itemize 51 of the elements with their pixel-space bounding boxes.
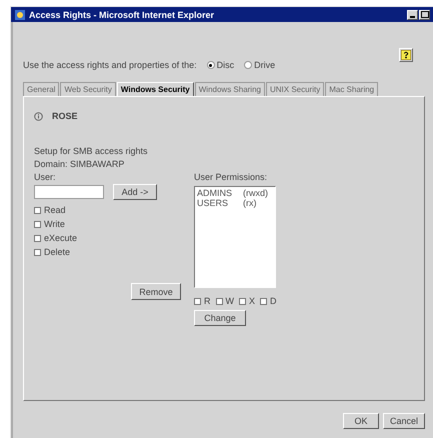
list-item[interactable]: USERS <box>197 198 233 208</box>
checkbox-label[interactable]: R <box>204 294 210 308</box>
checkbox-label[interactable]: Write <box>44 217 65 231</box>
permissions-label: User Permissions: <box>194 171 268 184</box>
checkbox[interactable] <box>34 206 41 214</box>
checkbox-label[interactable]: Read <box>44 203 66 217</box>
permissions-list[interactable]: ADMINS (rwxd) USERS (rx) <box>194 186 276 288</box>
radio-button[interactable] <box>206 61 215 69</box>
tab[interactable]: UNIX Security <box>266 82 324 96</box>
user-input-field[interactable] <box>34 185 104 199</box>
domain-text: Domain: SIMBAWARP <box>34 158 126 171</box>
dialog-button[interactable]: Cancel <box>382 413 425 429</box>
tab[interactable]: Windows Sharing <box>194 82 265 96</box>
change-button[interactable]: Change <box>194 310 246 326</box>
tab[interactable]: Mac Sharing <box>325 82 378 96</box>
dialog-button[interactable]: OK <box>342 413 379 429</box>
radio-button[interactable] <box>244 61 252 69</box>
checkbox-label[interactable]: X <box>249 294 256 308</box>
setup-text: Setup for SMB access rights <box>34 145 149 158</box>
checkbox-label[interactable]: eXecute <box>44 231 78 245</box>
checkbox-label[interactable]: W <box>226 294 234 308</box>
user-label: User: <box>34 171 57 184</box>
checkbox[interactable] <box>260 298 268 304</box>
add-button[interactable]: Add -> <box>113 184 157 200</box>
object-name: ROSE <box>52 111 78 121</box>
window-title: Access Rights - Microsoft Internet Explorer <box>29 10 216 20</box>
tab[interactable]: General <box>23 82 60 96</box>
checkbox-label[interactable]: Delete <box>44 245 70 259</box>
list-item-rights: (rx) <box>243 198 256 208</box>
checkbox[interactable] <box>34 234 41 242</box>
source-label: Use the access rights and properties of the: <box>23 60 197 70</box>
list-item-rights: (rwxd) <box>243 188 268 198</box>
radio-label[interactable]: Drive <box>254 60 276 70</box>
help-button[interactable] <box>399 48 413 62</box>
remove-button[interactable]: Remove <box>131 283 181 300</box>
info-icon <box>34 112 43 120</box>
checkbox[interactable] <box>194 298 201 304</box>
maximize-button[interactable] <box>419 10 430 20</box>
help-icon <box>401 50 411 60</box>
tab[interactable]: Web Security <box>60 82 116 96</box>
radio-label[interactable]: Disc <box>216 60 234 70</box>
checkbox[interactable] <box>34 220 41 228</box>
list-item[interactable]: ADMINS <box>197 188 233 198</box>
maximize-icon <box>420 11 428 18</box>
checkbox[interactable] <box>34 248 41 256</box>
checkbox[interactable] <box>239 298 246 304</box>
checkbox-label[interactable]: D <box>270 294 277 308</box>
minimize-button[interactable] <box>407 10 418 20</box>
checkbox[interactable] <box>216 298 222 304</box>
browser-icon <box>14 8 26 20</box>
tab[interactable]: Windows Security <box>116 82 194 96</box>
